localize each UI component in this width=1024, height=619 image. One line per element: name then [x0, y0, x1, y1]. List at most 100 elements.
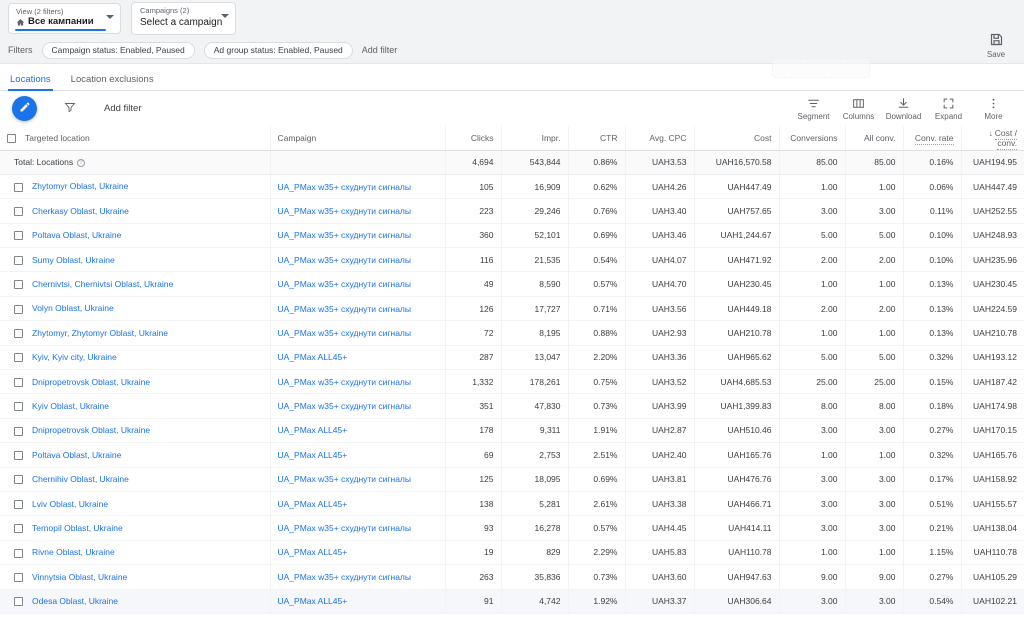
row-checkbox[interactable]	[14, 451, 23, 460]
th-avg-cpc[interactable]: Avg. CPC	[625, 126, 695, 151]
row-checkbox[interactable]	[14, 499, 23, 509]
campaign-link[interactable]: UA_PMax w35+ схуднути сигналы	[278, 377, 412, 387]
row-checkbox[interactable]	[14, 329, 23, 339]
row-checkbox[interactable]	[14, 231, 23, 241]
hidden-search-box[interactable]	[772, 58, 870, 78]
chevron-down-icon[interactable]	[106, 15, 114, 19]
filter-chip-ad-group-status[interactable]: Ad group status: Enabled, Paused	[203, 41, 353, 59]
location-link[interactable]: Dnipropetrovsk Oblast, Ukraine	[32, 377, 150, 387]
campaign-link[interactable]: UA_PMax w35+ схуднути сигналы	[278, 255, 412, 265]
table-row[interactable]: Volyn Oblast, Ukraine UA_PMax w35+ схудну…	[0, 296, 1024, 322]
toolbar-add-filter[interactable]: Add filter	[104, 103, 142, 114]
row-checkbox[interactable]	[14, 426, 23, 436]
table-row[interactable]: Sumy Oblast, Ukraine UA_PMax w35+ схуднут…	[0, 247, 1024, 273]
location-link[interactable]: Poltava Oblast, Ukraine	[32, 230, 121, 240]
filter-icon-button[interactable]	[64, 100, 76, 118]
edit-fab-button[interactable]	[12, 96, 37, 121]
row-checkbox[interactable]	[14, 597, 23, 607]
row-checkbox[interactable]	[14, 304, 23, 314]
location-link[interactable]: Sumy Oblast, Ukraine	[32, 255, 115, 265]
location-link[interactable]: Cherkasy Oblast, Ukraine	[32, 206, 129, 216]
row-checkbox[interactable]	[14, 548, 23, 558]
campaign-link[interactable]: UA_PMax ALL45+	[278, 450, 348, 460]
view-selector[interactable]: View (2 filters) Все кампании	[8, 3, 121, 34]
add-filter-link[interactable]: Add filter	[362, 45, 398, 55]
table-row[interactable]: Zhytomyr, Zhytomyr Oblast, Ukraine UA_PMa…	[0, 320, 1024, 346]
expand-button[interactable]: Expand	[926, 96, 971, 121]
row-checkbox[interactable]	[14, 377, 23, 387]
location-link[interactable]: Lviv Oblast, Ukraine	[32, 499, 108, 509]
row-checkbox[interactable]	[14, 475, 23, 485]
th-clicks[interactable]: Clicks	[445, 126, 502, 151]
campaign-link[interactable]: UA_PMax w35+ схуднути сигналы	[278, 279, 412, 289]
table-row[interactable]: Odesa Oblast, Ukraine UA_PMax ALL45+ 91 4,7…	[0, 589, 1024, 614]
row-checkbox[interactable]	[14, 353, 23, 363]
location-link[interactable]: Vinnytsia Oblast, Ukraine	[32, 572, 127, 582]
th-cost[interactable]: Cost	[694, 126, 780, 151]
th-cost-conv[interactable]: ↓ Cost / conv.	[961, 126, 1024, 151]
download-button[interactable]: Download	[881, 96, 926, 121]
location-link[interactable]: Chernihiv Oblast, Ukraine	[32, 474, 129, 484]
location-link[interactable]: Rivne Oblast, Ukraine	[32, 547, 115, 557]
table-row[interactable]: Lviv Oblast, Ukraine UA_PMax ALL45+ 138 5,2…	[0, 491, 1024, 517]
campaign-link[interactable]: UA_PMax w35+ схуднути сигналы	[278, 230, 412, 240]
table-row[interactable]: Chernivtsi, Chernivtsi Oblast, Ukraine UA…	[0, 271, 1024, 297]
row-checkbox[interactable]	[14, 524, 23, 534]
row-checkbox[interactable]	[14, 182, 23, 192]
segment-button[interactable]: Segment	[791, 96, 836, 121]
location-link[interactable]: Ternopil Oblast, Ukraine	[32, 523, 123, 533]
campaign-link[interactable]: UA_PMax w35+ схуднути сигналы	[278, 304, 412, 314]
filter-chip-campaign-status[interactable]: Campaign status: Enabled, Paused	[41, 41, 195, 59]
campaign-link[interactable]: UA_PMax w35+ схуднути сигналы	[278, 474, 412, 484]
campaign-selector[interactable]: Campaigns (2) Select a campaign	[131, 2, 236, 35]
row-checkbox[interactable]	[14, 572, 23, 582]
location-link[interactable]: Kyiv Oblast, Ukraine	[32, 401, 109, 411]
campaign-link[interactable]: UA_PMax w35+ схуднути сигналы	[278, 328, 412, 338]
select-all-checkbox[interactable]	[7, 133, 16, 143]
campaign-link[interactable]: UA_PMax w35+ схуднути сигналы	[278, 523, 412, 533]
th-conversions[interactable]: Conversions	[779, 126, 846, 151]
th-campaign[interactable]: Campaign	[270, 126, 446, 151]
campaign-link[interactable]: UA_PMax ALL45+	[278, 499, 348, 509]
more-button[interactable]: More	[971, 96, 1016, 121]
campaign-link[interactable]: UA_PMax w35+ схуднути сигналы	[278, 572, 412, 582]
row-checkbox[interactable]	[14, 255, 23, 265]
location-link[interactable]: Volyn Oblast, Ukraine	[32, 303, 114, 313]
table-row[interactable]: Vinnytsia Oblast, Ukraine UA_PMax w35+ сх…	[0, 564, 1024, 590]
table-row[interactable]: Cherkasy Oblast, Ukraine UA_PMax w35+ сху…	[0, 198, 1024, 224]
row-checkbox[interactable]	[14, 402, 23, 412]
chevron-down-icon[interactable]	[221, 14, 229, 18]
tab-location-exclusions[interactable]: Location exclusions	[71, 74, 154, 90]
campaign-link[interactable]: UA_PMax w35+ схуднути сигналы	[278, 206, 412, 216]
th-all-conv[interactable]: All conv.	[845, 126, 904, 151]
campaign-link[interactable]: UA_PMax w35+ схуднути сигналы	[278, 401, 412, 411]
columns-button[interactable]: Columns	[836, 96, 881, 121]
table-row[interactable]: Poltava Oblast, Ukraine UA_PMax ALL45+ 69 2…	[0, 442, 1024, 468]
location-link[interactable]: Kyiv, Kyiv city, Ukraine	[32, 352, 117, 362]
th-targeted-location[interactable]: Targeted location	[0, 126, 271, 151]
campaign-link[interactable]: UA_PMax ALL45+	[278, 425, 348, 435]
th-ctr[interactable]: CTR	[568, 126, 626, 151]
table-row[interactable]: Dnipropetrovsk Oblast, Ukraine UA_PMax AL…	[0, 418, 1024, 444]
th-conv-rate[interactable]: Conv. rate	[903, 126, 962, 151]
table-row[interactable]: Dnipropetrovsk Oblast, Ukraine UA_PMax w3…	[0, 369, 1024, 395]
tab-locations[interactable]: Locations	[8, 74, 53, 91]
help-icon[interactable]: ?	[77, 158, 86, 167]
table-row[interactable]: Rivne Oblast, Ukraine UA_PMax ALL45+ 19 829…	[0, 540, 1024, 566]
location-link[interactable]: Zhytomyr Oblast, Ukraine	[32, 181, 128, 191]
table-row[interactable]: Kyiv Oblast, Ukraine UA_PMax w35+ схуднут…	[0, 393, 1024, 419]
table-row[interactable]: Ternopil Oblast, Ukraine UA_PMax w35+ сху…	[0, 515, 1024, 541]
table-row[interactable]: Chernihiv Oblast, Ukraine UA_PMax w35+ сх…	[0, 467, 1024, 492]
campaign-link[interactable]: UA_PMax ALL45+	[278, 352, 348, 362]
save-button[interactable]: Save	[976, 32, 1016, 59]
campaign-link[interactable]: UA_PMax ALL45+	[278, 547, 348, 557]
location-link[interactable]: Odesa Oblast, Ukraine	[32, 596, 118, 606]
table-row[interactable]: Kyiv, Kyiv city, Ukraine UA_PMax ALL45+ 28…	[0, 345, 1024, 371]
row-checkbox[interactable]	[14, 280, 23, 290]
table-row[interactable]: Poltava Oblast, Ukraine UA_PMax w35+ схуд…	[0, 223, 1024, 249]
location-link[interactable]: Chernivtsi, Chernivtsi Oblast, Ukraine	[32, 279, 173, 289]
th-impr[interactable]: Impr.	[501, 126, 569, 151]
location-link[interactable]: Poltava Oblast, Ukraine	[32, 450, 121, 460]
campaign-link[interactable]: UA_PMax ALL45+	[278, 596, 348, 606]
table-row[interactable]: Zhytomyr Oblast, Ukraine UA_PMax w35+ сху…	[0, 174, 1024, 200]
